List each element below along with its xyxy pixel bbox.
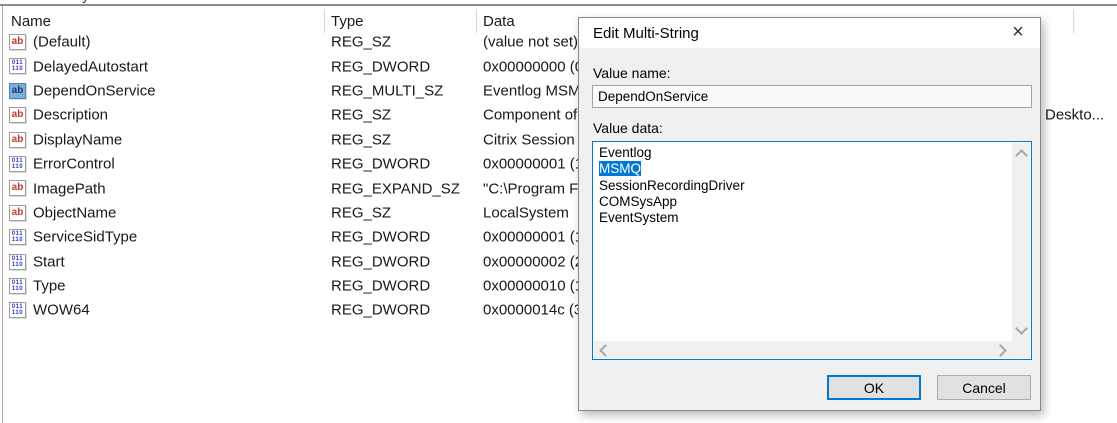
scroll-up-icon[interactable] [1015, 149, 1028, 162]
value-name-cell: Description [33, 107, 108, 124]
multi-string-line[interactable]: Eventlog [599, 145, 1012, 161]
value-type-cell: REG_DWORD [331, 302, 430, 319]
value-type-cell: REG_DWORD [331, 253, 430, 270]
value-type-icon: ab [9, 83, 26, 99]
dialog-title: Edit Multi-String [593, 25, 699, 42]
icon-glyph-line: ab [12, 86, 24, 96]
value-name-cell: Start [33, 253, 65, 270]
value-data-textarea[interactable]: EventlogMSMQSessionRecordingDriverCOMSys… [592, 141, 1032, 360]
value-type-icon: ab [9, 205, 26, 221]
icon-glyph-line: ab [12, 37, 24, 47]
value-type-icon: ab [9, 132, 26, 148]
vertical-scrollbar[interactable] [1012, 143, 1030, 341]
value-name-cell: WOW64 [33, 302, 90, 319]
icon-glyph-line: ab [12, 183, 24, 193]
value-name-cell: ImagePath [33, 180, 106, 197]
value-type-icon: 011 110 [9, 58, 26, 74]
value-type-cell: REG_MULTI_SZ [331, 82, 443, 99]
value-data-cell: "C:\Program Fi [483, 180, 582, 197]
value-type-icon: 011 110 [9, 278, 26, 294]
dialog-titlebar[interactable]: Edit Multi-String × [579, 18, 1040, 48]
value-type-cell: REG_SZ [331, 107, 391, 124]
value-type-cell: REG_SZ [331, 34, 391, 51]
value-name-cell: DelayedAutostart [33, 58, 148, 75]
value-type-cell: REG_DWORD [331, 58, 430, 75]
value-name-cell: ServiceSidType [33, 229, 137, 246]
value-name-cell: Type [33, 278, 66, 295]
scrollbar-corner [1012, 341, 1030, 358]
column-header-data[interactable]: Data [483, 13, 515, 30]
value-name-input[interactable]: DependOnService [592, 85, 1032, 108]
icon-glyph-line: 110 [12, 310, 23, 316]
value-type-icon: 011 110 [9, 254, 26, 270]
scroll-down-icon[interactable] [1015, 322, 1028, 335]
column-header-name[interactable]: Name [11, 13, 51, 30]
value-data-textarea-text[interactable]: EventlogMSMQSessionRecordingDriverCOMSys… [594, 143, 1012, 341]
multi-string-line[interactable]: EventSystem [599, 210, 1012, 226]
value-data-cell: Citrix Session R [483, 131, 590, 148]
value-type-cell: REG_DWORD [331, 278, 430, 295]
icon-glyph-line: 110 [12, 66, 23, 72]
value-data-label: Value data: [593, 120, 663, 136]
value-type-icon: 011 110 [9, 156, 26, 172]
value-type-icon: 011 110 [9, 229, 26, 245]
scroll-left-icon[interactable] [599, 344, 612, 357]
icon-glyph-line: 110 [12, 237, 23, 243]
value-name-cell: ObjectName [33, 204, 116, 221]
value-type-icon: 011 110 [9, 302, 26, 318]
multi-string-line[interactable]: MSMQ [599, 161, 1012, 177]
column-header-type[interactable]: Type [331, 13, 364, 30]
value-data-cell: 0x00000001 (1) [483, 229, 588, 246]
value-type-cell: REG_DWORD [331, 156, 430, 173]
value-type-icon: ab [9, 107, 26, 123]
value-data-cell: 0x00000002 (2) [483, 253, 588, 270]
icon-glyph-line: 110 [12, 286, 23, 292]
value-name-cell: DependOnService [33, 82, 156, 99]
value-name-cell: (Default) [33, 34, 91, 51]
icon-glyph-line: ab [12, 135, 24, 145]
value-data-cell: LocalSystem [483, 204, 569, 221]
value-type-cell: REG_SZ [331, 131, 391, 148]
edit-multi-string-dialog: Edit Multi-String × Value name: DependOn… [578, 17, 1041, 411]
address-bar-clipped-text: y [82, 0, 98, 4]
value-type-icon: ab [9, 180, 26, 196]
cancel-button[interactable]: Cancel [937, 375, 1031, 400]
scroll-right-icon[interactable] [994, 344, 1007, 357]
value-name-cell: ErrorControl [33, 156, 115, 173]
value-data-cell: (value not set) [483, 34, 578, 51]
value-type-icon: ab [9, 34, 26, 50]
value-data-cell: 0x00000000 (0) [483, 58, 588, 75]
icon-glyph-line: ab [12, 208, 24, 218]
value-type-cell: REG_DWORD [331, 229, 430, 246]
icon-glyph-line: 110 [12, 164, 23, 170]
icon-glyph-line: ab [12, 110, 24, 120]
value-name-label: Value name: [593, 65, 671, 81]
multi-string-line[interactable]: SessionRecordingDriver [599, 178, 1012, 194]
value-data-overflow: Deskto... [1045, 107, 1104, 124]
value-data-cell: 0x00000001 (1) [483, 156, 588, 173]
value-data-cell: Component of [483, 107, 577, 124]
regedit-window: y Name Type Data ab (Default) REG_SZ (va… [0, 0, 1117, 423]
value-name-cell: DisplayName [33, 131, 122, 148]
value-type-cell: REG_EXPAND_SZ [331, 180, 460, 197]
horizontal-scrollbar[interactable] [594, 341, 1012, 358]
close-icon[interactable]: × [1006, 20, 1030, 44]
multi-string-line[interactable]: COMSysApp [599, 194, 1012, 210]
icon-glyph-line: 110 [12, 262, 23, 268]
value-type-cell: REG_SZ [331, 204, 391, 221]
ok-button[interactable]: OK [827, 375, 921, 400]
